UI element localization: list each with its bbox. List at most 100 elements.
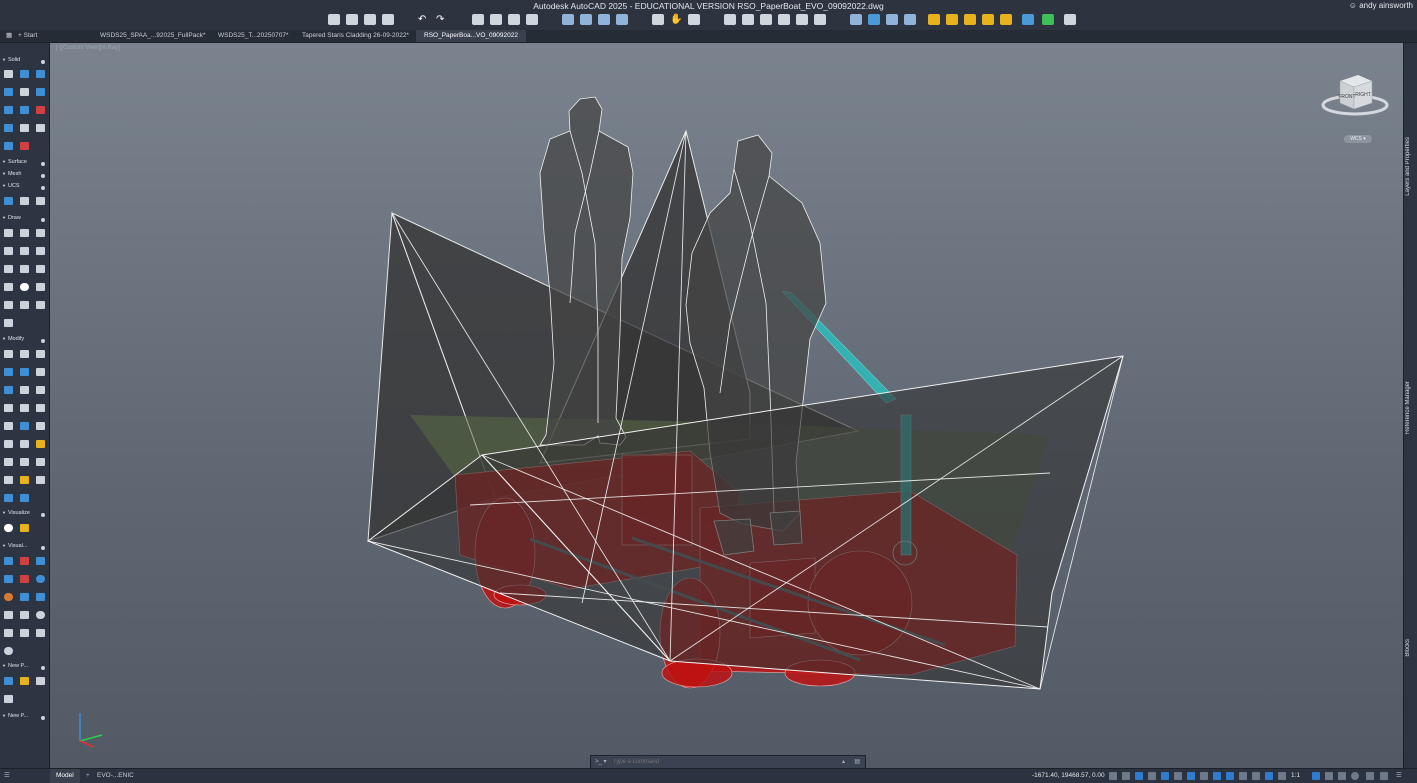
palette-section-new-palette-2[interactable]: New P... [2, 713, 47, 722]
thicken-icon[interactable] [36, 124, 45, 132]
area-icon[interactable] [982, 14, 994, 25]
cylinder-icon[interactable] [20, 70, 29, 78]
gouraud-icon[interactable] [4, 629, 13, 637]
export-icon[interactable] [526, 14, 538, 25]
tab-document-active[interactable]: RSO_PaperBoa...VO_09092022 [416, 30, 526, 42]
customize-status-icon[interactable]: ☰ [1396, 769, 1402, 783]
print-icon[interactable] [490, 14, 502, 25]
measure-icon[interactable] [928, 14, 940, 25]
light-icon[interactable] [20, 476, 29, 484]
design-center-icon[interactable] [814, 14, 826, 25]
sheet-set-icon[interactable] [850, 14, 862, 25]
presspull-icon[interactable] [4, 142, 13, 150]
loft-icon[interactable] [4, 106, 13, 114]
ungroup-icon[interactable] [20, 494, 29, 502]
hidden-icon[interactable] [20, 557, 29, 565]
chamfer-icon[interactable] [4, 422, 13, 430]
scale-icon[interactable] [20, 368, 29, 376]
palette-section-mesh[interactable]: Mesh [2, 171, 47, 180]
command-prompt-icon[interactable]: >_ ▾ [595, 756, 607, 768]
user-name[interactable]: ☺ andy ainsworth [1349, 1, 1413, 10]
interfere-icon[interactable] [20, 142, 29, 150]
trim-icon[interactable] [36, 368, 45, 376]
block-icon[interactable] [616, 14, 628, 25]
layers-icon[interactable] [796, 14, 808, 25]
shades-icon[interactable] [20, 611, 29, 619]
open-file-icon[interactable] [346, 14, 358, 25]
construction-line-icon[interactable] [4, 265, 13, 273]
command-input[interactable] [613, 757, 823, 767]
publish-icon[interactable] [508, 14, 520, 25]
layers-properties-tab[interactable]: Layers and Properties [1405, 137, 1416, 196]
osnap-tracking-icon[interactable] [1213, 772, 1221, 780]
custom-tool-3-icon[interactable] [36, 677, 45, 685]
tab-document-1[interactable]: WSDS25_SPAA_...92025_FullPack* [92, 30, 213, 42]
clean-screen-icon[interactable] [1380, 772, 1388, 780]
section-pin-icon[interactable] [41, 339, 45, 343]
mirror-icon[interactable] [36, 386, 45, 394]
rotate3d-icon[interactable] [20, 350, 29, 358]
sphere-icon[interactable] [36, 70, 45, 78]
xray-icon[interactable] [20, 593, 29, 601]
conceptual-icon[interactable] [4, 575, 13, 583]
pan-icon[interactable]: ✋ [670, 14, 682, 25]
viewcube-front-label[interactable]: FRONT [1338, 94, 1355, 100]
section-pin-icon[interactable] [41, 60, 45, 64]
notifications-icon[interactable] [1064, 14, 1076, 25]
osnap-icon[interactable] [1226, 772, 1234, 780]
units-icon[interactable] [1338, 772, 1346, 780]
stretch-icon[interactable] [4, 368, 13, 376]
ucs-world-icon[interactable] [20, 197, 29, 205]
slice-icon[interactable] [20, 124, 29, 132]
circle-icon[interactable] [20, 229, 29, 237]
sweep-icon[interactable] [36, 88, 45, 96]
material-icon[interactable] [4, 593, 13, 601]
tag-icon[interactable] [4, 695, 13, 703]
palette-section-draw[interactable]: Draw [2, 215, 47, 224]
ortho-icon[interactable] [1174, 772, 1182, 780]
new-file-icon[interactable] [328, 14, 340, 25]
infer-icon[interactable] [1148, 772, 1156, 780]
shaded-edges-icon[interactable] [36, 575, 45, 583]
tab-layout[interactable]: EVO-...ENIC [97, 769, 134, 783]
region-icon[interactable] [4, 283, 13, 291]
box-icon[interactable] [4, 70, 13, 78]
command-history-icon[interactable]: ▴ [842, 756, 845, 768]
section-pin-icon[interactable] [41, 666, 45, 670]
sun-icon[interactable] [20, 524, 29, 532]
subtract-icon[interactable] [36, 106, 45, 114]
hatch-icon[interactable] [36, 265, 45, 273]
join-icon[interactable] [20, 458, 29, 466]
revcloud-icon[interactable] [4, 319, 13, 327]
pencil-icon[interactable] [36, 440, 45, 448]
copy-icon[interactable] [4, 386, 13, 394]
render-icon[interactable] [4, 524, 13, 532]
lengthen-icon[interactable] [36, 458, 45, 466]
match-prop-icon[interactable] [598, 14, 610, 25]
attach-icon[interactable] [742, 14, 754, 25]
viewcube-right-label[interactable]: RIGHT [1355, 92, 1371, 98]
count-icon[interactable] [1022, 14, 1034, 25]
annotation-monitor-icon[interactable] [1325, 772, 1333, 780]
intersect-icon[interactable] [4, 124, 13, 132]
dynamic-input-icon[interactable] [1161, 772, 1169, 780]
spline-icon[interactable] [36, 247, 45, 255]
annotation-scale[interactable]: 1:1 [1291, 769, 1300, 783]
selection-cycling-icon[interactable] [1265, 772, 1273, 780]
explode-icon[interactable] [36, 422, 45, 430]
isodraft-icon[interactable] [1200, 772, 1208, 780]
insert-icon[interactable] [724, 14, 736, 25]
fillet-icon[interactable] [4, 404, 13, 412]
sketchy-icon[interactable] [36, 593, 45, 601]
wcs-menu[interactable]: WCS ▾ [1344, 135, 1372, 143]
palette-section-solid[interactable]: Solid [2, 57, 47, 66]
move-arrows-icon[interactable] [20, 386, 29, 394]
move-icon[interactable] [4, 350, 13, 358]
section-pin-icon[interactable] [41, 513, 45, 517]
polyline-icon[interactable] [4, 247, 13, 255]
edit-icon[interactable] [20, 440, 29, 448]
section-pin-icon[interactable] [41, 174, 45, 178]
section-pin-icon[interactable] [41, 186, 45, 190]
transparency-icon[interactable] [1252, 772, 1260, 780]
zoom-window-icon[interactable] [652, 14, 664, 25]
